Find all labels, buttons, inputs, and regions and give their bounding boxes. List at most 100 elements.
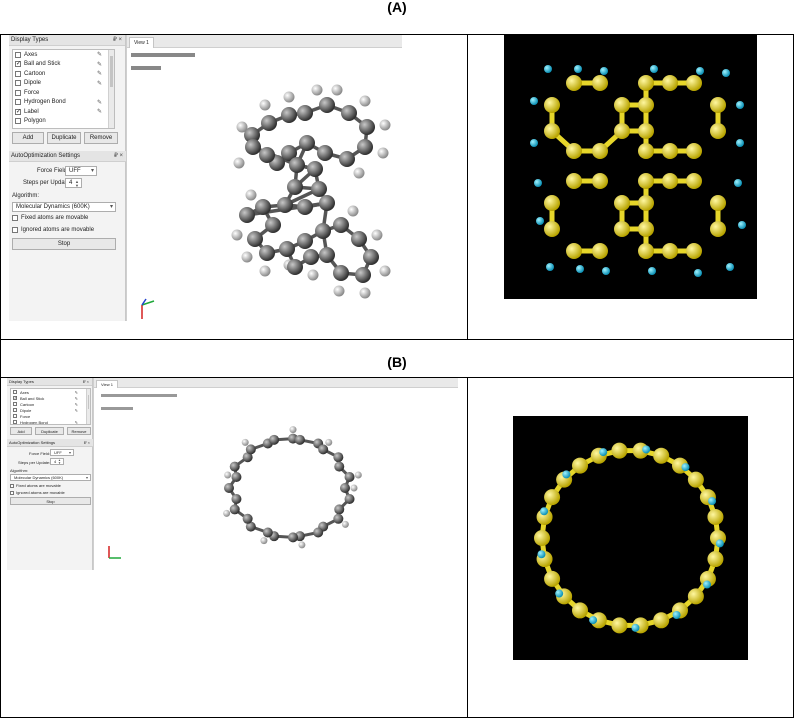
display-type-checkbox[interactable] bbox=[13, 395, 17, 400]
carbon-atom bbox=[687, 471, 704, 488]
molecule-render-a[interactable] bbox=[127, 35, 402, 321]
remove-button[interactable]: Remove bbox=[67, 427, 91, 435]
dock-controls[interactable]: ₽ × bbox=[84, 439, 90, 446]
display-type-item[interactable]: Cartoon ✎ bbox=[13, 69, 114, 79]
fixed-atoms-checkbox[interactable] bbox=[10, 483, 14, 488]
algorithm-select[interactable]: Molecular Dynamics (600K) ▾ bbox=[10, 474, 91, 481]
remove-button[interactable]: Remove bbox=[84, 132, 118, 144]
dock-controls[interactable]: ₽ × bbox=[113, 35, 122, 45]
display-types-list[interactable]: Axes ✎ Ball and Stick ✎ Cartoon ✎ Dipole ✎ Force… bbox=[10, 388, 91, 425]
edit-settings-icon[interactable]: ✎ bbox=[75, 402, 78, 407]
carbon-atom bbox=[614, 97, 630, 113]
display-type-label: Axes bbox=[20, 389, 29, 395]
display-type-checkbox[interactable] bbox=[15, 80, 21, 87]
autoopt-header: AutoOptimization Settings ₽ × bbox=[9, 151, 126, 162]
display-type-item[interactable]: Hydrogen Bond ✎ bbox=[13, 98, 114, 108]
display-type-checkbox[interactable] bbox=[15, 89, 21, 96]
edit-settings-icon[interactable]: ✎ bbox=[97, 80, 102, 87]
hydrogen-atom bbox=[245, 189, 257, 201]
display-type-checkbox[interactable] bbox=[15, 99, 21, 106]
hydrogen-atom bbox=[331, 84, 343, 96]
carbon-atom bbox=[566, 173, 582, 189]
fixed-atoms-checkbox[interactable] bbox=[12, 215, 18, 221]
edit-settings-icon[interactable]: ✎ bbox=[75, 396, 78, 401]
autoopt-title: AutoOptimization Settings bbox=[11, 153, 81, 159]
ignored-atoms-option[interactable]: Ignored atoms are movable bbox=[10, 490, 65, 495]
carbon-atom bbox=[231, 472, 242, 483]
display-type-checkbox[interactable] bbox=[15, 51, 21, 58]
carbon-atom bbox=[334, 461, 345, 472]
hydrogen-atom bbox=[241, 438, 249, 446]
edit-settings-icon[interactable]: ✎ bbox=[97, 70, 102, 77]
algorithm-select[interactable]: Molecular Dynamics (600K) ▾ bbox=[12, 202, 116, 212]
hydrogen-atom bbox=[298, 541, 306, 549]
dock-controls[interactable]: ₽ × bbox=[114, 151, 123, 161]
duplicate-button[interactable]: Duplicate bbox=[47, 132, 81, 144]
fixed-atoms-option[interactable]: Fixed atoms are movable bbox=[10, 483, 61, 488]
edit-settings-icon[interactable]: ✎ bbox=[97, 61, 102, 68]
display-type-checkbox[interactable] bbox=[13, 408, 17, 412]
display-types-list[interactable]: Axes ✎ Ball and Stick ✎ Cartoon ✎ Dipole ✎ Force… bbox=[12, 49, 115, 129]
display-type-item[interactable]: Hydrogen Bond ✎ bbox=[11, 419, 90, 425]
display-type-item[interactable]: Force bbox=[13, 88, 114, 98]
carbon-atom bbox=[638, 243, 654, 259]
hydrogen-atom bbox=[534, 179, 542, 187]
duplicate-button[interactable]: Duplicate bbox=[35, 427, 64, 435]
display-type-label: Ball and Stick bbox=[20, 395, 45, 401]
add-button[interactable]: Add bbox=[12, 132, 44, 144]
edit-settings-icon[interactable]: ✎ bbox=[97, 51, 102, 58]
scrollbar-thumb[interactable] bbox=[88, 395, 89, 409]
view-area-a[interactable]: View 1 bbox=[126, 35, 402, 321]
carbon-atom bbox=[288, 532, 298, 543]
list-scrollbar[interactable] bbox=[108, 50, 114, 128]
display-type-checkbox[interactable] bbox=[15, 60, 21, 68]
display-type-checkbox[interactable] bbox=[13, 414, 17, 418]
hydrogen-atom bbox=[546, 263, 554, 271]
force-field-select[interactable]: UFF ▾ bbox=[50, 449, 74, 456]
display-type-label: Polygon bbox=[24, 118, 46, 125]
display-type-item[interactable]: Dipole ✎ bbox=[13, 79, 114, 89]
force-field-label: Force Field: bbox=[29, 451, 51, 456]
ignored-atoms-checkbox[interactable] bbox=[10, 490, 14, 495]
edit-settings-icon[interactable]: ✎ bbox=[75, 420, 78, 425]
molecule-render-b[interactable] bbox=[94, 378, 458, 570]
carbon-atom bbox=[653, 447, 670, 464]
algorithm-value: Molecular Dynamics (600K) bbox=[14, 475, 64, 480]
algorithm-value: Molecular Dynamics (600K) bbox=[16, 204, 90, 210]
hydrogen-atom bbox=[359, 287, 371, 299]
avogadro-window-b: Display Types ₽ × Axes ✎ Ball and Stick ✎ Ca… bbox=[7, 378, 458, 570]
hydrogen-atom bbox=[738, 221, 746, 229]
ignored-atoms-checkbox[interactable] bbox=[12, 227, 18, 233]
display-type-checkbox[interactable] bbox=[13, 420, 17, 424]
edit-settings-icon[interactable]: ✎ bbox=[97, 108, 102, 115]
carbon-atom bbox=[259, 147, 275, 163]
display-type-item[interactable]: Ball and Stick ✎ bbox=[13, 60, 114, 70]
edit-settings-icon[interactable]: ✎ bbox=[75, 390, 78, 395]
display-type-checkbox[interactable] bbox=[13, 402, 17, 406]
list-scrollbar[interactable] bbox=[86, 389, 90, 424]
hydrogen-atom bbox=[353, 167, 365, 179]
steps-spinbox[interactable]: 4 ▲ ▼ bbox=[65, 178, 82, 188]
steps-spinbox[interactable]: 4 ▲ ▼ bbox=[50, 458, 64, 465]
view-area-b[interactable]: View 1 bbox=[93, 378, 458, 570]
hydrogen-atom bbox=[307, 269, 319, 281]
display-type-item[interactable]: Axes ✎ bbox=[13, 50, 114, 60]
display-type-item[interactable]: Polygon bbox=[13, 117, 114, 127]
fixed-atoms-option[interactable]: Fixed atoms are movable bbox=[12, 215, 88, 221]
display-type-checkbox[interactable] bbox=[15, 108, 21, 115]
stop-button[interactable]: Stop bbox=[12, 238, 116, 250]
edit-settings-icon[interactable]: ✎ bbox=[97, 99, 102, 106]
display-type-checkbox[interactable] bbox=[15, 118, 21, 125]
edit-settings-icon[interactable]: ✎ bbox=[75, 408, 78, 413]
display-type-checkbox[interactable] bbox=[13, 390, 17, 394]
display-type-item[interactable]: Label ✎ bbox=[13, 107, 114, 117]
dock-controls[interactable]: ₽ × bbox=[83, 378, 89, 385]
ignored-atoms-option[interactable]: Ignored atoms are movable bbox=[12, 227, 94, 233]
display-type-checkbox[interactable] bbox=[15, 70, 21, 77]
hydrogen-atom bbox=[530, 97, 538, 105]
force-field-select[interactable]: UFF ▾ bbox=[65, 166, 97, 176]
stop-button[interactable]: Stop bbox=[10, 497, 91, 505]
carbon-atom bbox=[687, 588, 704, 605]
add-button[interactable]: Add bbox=[10, 427, 32, 435]
scrollbar-thumb[interactable] bbox=[110, 56, 113, 88]
